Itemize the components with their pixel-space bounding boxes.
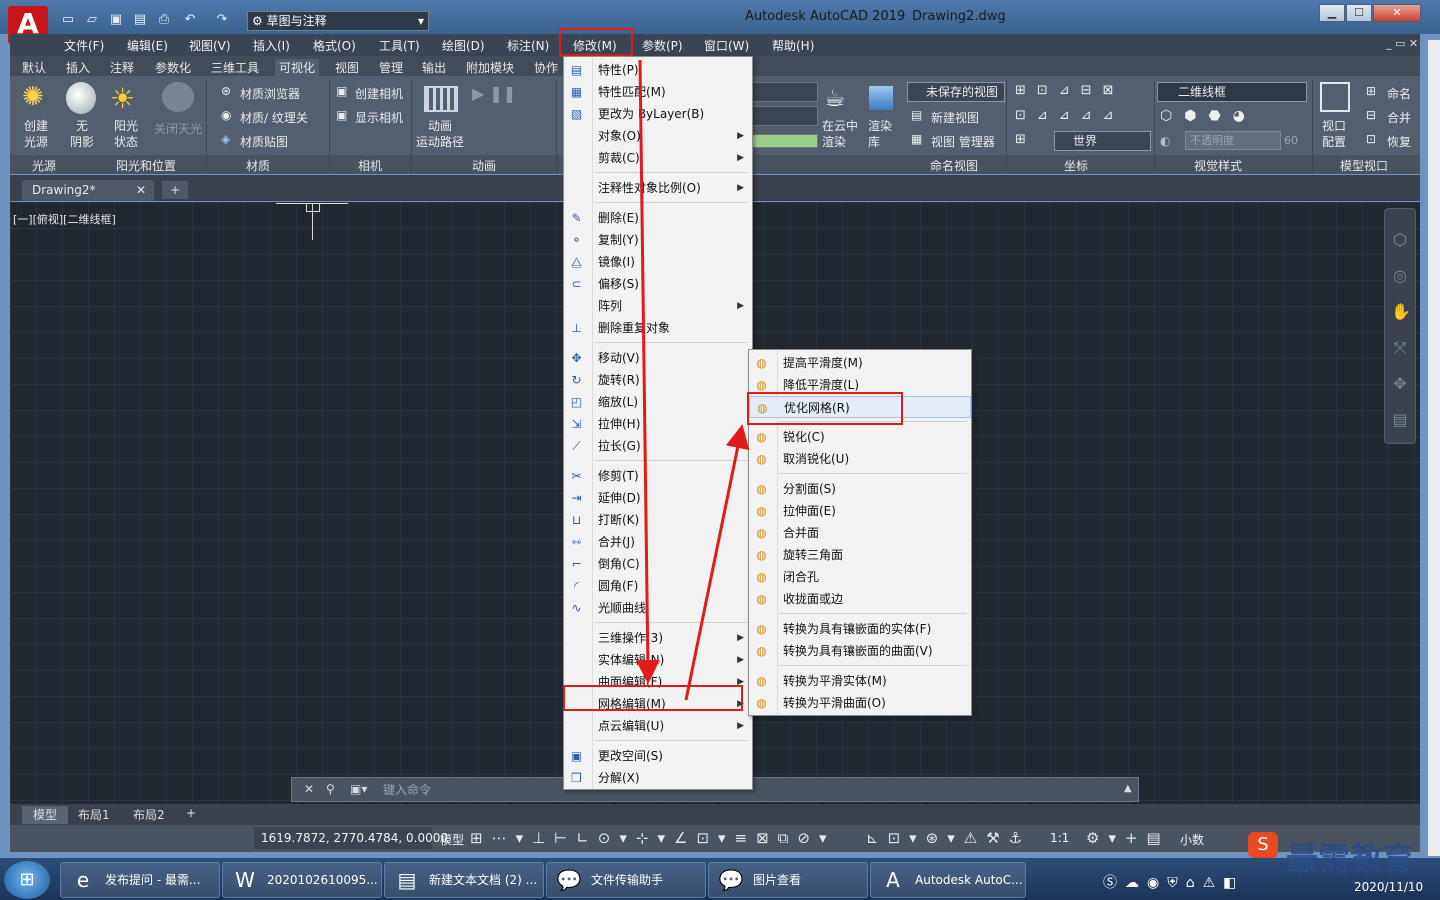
arrow-up [684,424,750,701]
arrow-down [635,59,660,684]
annotation-arrows [635,59,750,701]
